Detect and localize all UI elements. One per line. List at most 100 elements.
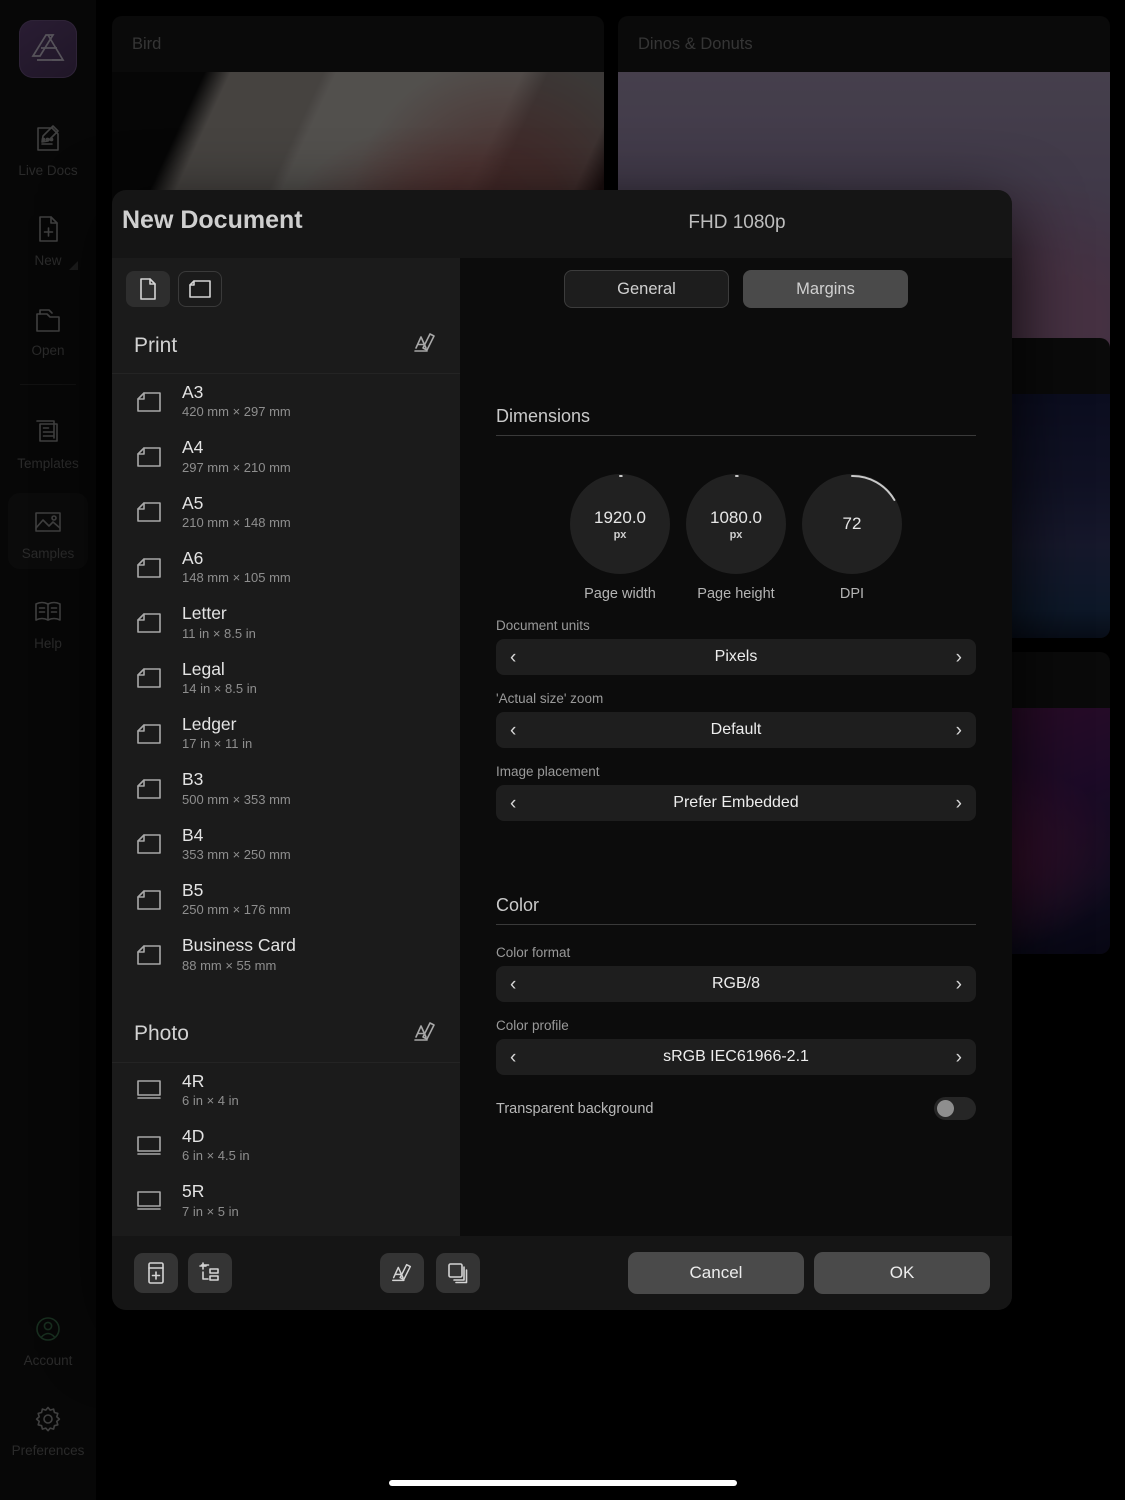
- stepper-value: Prefer Embedded: [673, 794, 799, 811]
- preset-group-title: Photo: [134, 1022, 189, 1046]
- preset-name: 4D: [182, 1126, 205, 1147]
- duplicate-preset-button[interactable]: [436, 1253, 480, 1293]
- rename-pencil-icon[interactable]: [412, 1019, 438, 1050]
- preset-dimensions: 14 in × 8.5 in: [182, 681, 257, 697]
- dial-dpi[interactable]: 72 DPI: [802, 474, 902, 602]
- preset-name: Business Card: [182, 935, 296, 956]
- tab-general[interactable]: General: [564, 270, 729, 308]
- preset-dimensions: 88 mm × 55 mm: [182, 957, 277, 973]
- rename-preset-button[interactable]: [380, 1253, 424, 1293]
- preset-dimensions: 353 mm × 250 mm: [182, 847, 291, 863]
- preset-dimensions: 500 mm × 353 mm: [182, 791, 291, 807]
- dial-value: 72: [842, 513, 862, 533]
- page-landscape-icon: [134, 387, 164, 417]
- add-preset-button[interactable]: [134, 1253, 178, 1293]
- portrait-orientation-button[interactable]: [126, 271, 170, 307]
- preset-groups[interactable]: Print A3 420 mm × 297 mm A4 297 mm × 210…: [112, 320, 460, 1236]
- dial-page-width[interactable]: 1920.0 px Page width: [570, 474, 670, 602]
- page-landscape-icon: [134, 885, 164, 915]
- stepper-document-units[interactable]: ‹ Pixels ›: [496, 639, 976, 675]
- transparent-background-toggle[interactable]: [934, 1097, 976, 1120]
- preset-name: A3: [182, 382, 204, 402]
- stepper-color-format[interactable]: ‹ RGB/8 ›: [496, 966, 976, 1002]
- preset-item[interactable]: A5 210 mm × 148 mm: [112, 485, 460, 540]
- chevron-left-icon[interactable]: ‹: [510, 975, 516, 994]
- section-rule: [496, 924, 976, 925]
- ok-button[interactable]: OK: [814, 1252, 990, 1294]
- preset-group-title: Print: [134, 333, 178, 357]
- dial-unit: px: [729, 528, 743, 541]
- preset-name: 5R: [182, 1181, 205, 1202]
- preset-name: A4: [182, 437, 204, 458]
- preset-item[interactable]: Business Card 88 mm × 55 mm: [112, 927, 460, 982]
- preset-item[interactable]: A6 148 mm × 105 mm: [112, 540, 460, 595]
- tab-margins[interactable]: Margins: [743, 270, 908, 308]
- preset-item[interactable]: B4 353 mm × 250 mm: [112, 817, 460, 872]
- preset-item[interactable]: 4R 6 in × 4 in: [112, 1063, 460, 1118]
- chevron-right-icon[interactable]: ›: [956, 975, 962, 994]
- preset-dimensions: 17 in × 11 in: [182, 736, 253, 752]
- home-indicator: [388, 1480, 737, 1486]
- dialog-footer: Cancel OK: [112, 1236, 1012, 1310]
- stepper-value: Default: [710, 721, 762, 738]
- preset-item[interactable]: A4 297 mm × 210 mm: [112, 429, 460, 484]
- page-landscape-icon: [134, 663, 164, 693]
- photo-icon: [134, 1186, 164, 1216]
- field-label-actual-size-zoom: 'Actual size' zoom: [496, 691, 604, 706]
- stepper-value: sRGB IEC61966-2.1: [663, 1048, 809, 1065]
- dial-label: DPI: [839, 586, 865, 602]
- page-landscape-icon: [134, 608, 164, 638]
- section-title-dimensions: Dimensions: [496, 406, 591, 426]
- page-landscape-icon: [134, 442, 164, 472]
- chevron-right-icon[interactable]: ›: [956, 721, 962, 740]
- preset-item[interactable]: Letter 11 in × 8.5 in: [112, 595, 460, 650]
- dial-label: Page width: [584, 586, 656, 602]
- dial-label: Page height: [697, 586, 775, 602]
- chevron-right-icon[interactable]: ›: [956, 1048, 962, 1067]
- stepper-actual-size-zoom[interactable]: ‹ Default ›: [496, 712, 976, 748]
- chevron-left-icon[interactable]: ‹: [510, 794, 516, 813]
- cancel-button[interactable]: Cancel: [628, 1252, 804, 1294]
- preset-item[interactable]: Legal 14 in × 8.5 in: [112, 651, 460, 706]
- preset-item[interactable]: Ledger 17 in × 11 in: [112, 706, 460, 761]
- dial-page-height[interactable]: 1080.0 px Page height: [686, 474, 786, 602]
- chevron-right-icon[interactable]: ›: [956, 648, 962, 667]
- settings-pane: General Margins Dimensions 1920.0 px Pag…: [460, 258, 1012, 1236]
- stepper-value: Pixels: [714, 648, 758, 665]
- settings-scroll: Dimensions 1920.0 px Page width 1080.0 p…: [460, 320, 1012, 1236]
- stepper-image-placement[interactable]: ‹ Prefer Embedded ›: [496, 785, 976, 821]
- preset-name: B5: [182, 880, 204, 901]
- dimension-dials: 1920.0 px Page width 1080.0 px Page heig…: [496, 474, 976, 602]
- preset-item[interactable]: B5 250 mm × 176 mm: [112, 872, 460, 927]
- preset-name: Legal: [182, 658, 225, 679]
- add-category-button[interactable]: [188, 1253, 232, 1293]
- stepper-color-profile[interactable]: ‹ sRGB IEC61966-2.1 ›: [496, 1039, 976, 1075]
- chevron-left-icon[interactable]: ‹: [510, 648, 516, 667]
- preset-dimensions: 250 mm × 176 mm: [182, 902, 291, 918]
- chevron-left-icon[interactable]: ‹: [510, 1048, 516, 1067]
- preset-item[interactable]: 4D 6 in × 4.5 in: [112, 1118, 460, 1173]
- photo-icon: [134, 1075, 164, 1105]
- preset-dimensions: 6 in × 4.5 in: [182, 1148, 250, 1164]
- preset-group-header-photo: Photo: [112, 1009, 460, 1063]
- chevron-left-icon[interactable]: ‹: [510, 721, 516, 740]
- section-title-color: Color: [496, 895, 540, 915]
- preset-item[interactable]: 5R 7 in × 5 in: [112, 1173, 460, 1228]
- preset-name: Ledger: [182, 714, 237, 735]
- preset-name: B3: [182, 769, 204, 790]
- page-landscape-icon: [134, 497, 164, 527]
- field-label-color-format: Color format: [496, 945, 571, 960]
- section-rule: [496, 435, 976, 436]
- preset-item[interactable]: B3 500 mm × 353 mm: [112, 761, 460, 816]
- chevron-right-icon[interactable]: ›: [956, 794, 962, 813]
- preset-dimensions: 210 mm × 148 mm: [182, 515, 291, 531]
- preset-dimensions: 297 mm × 210 mm: [182, 459, 291, 475]
- preset-item[interactable]: A3 420 mm × 297 mm: [112, 374, 460, 429]
- transparent-background-label: Transparent background: [496, 1100, 654, 1117]
- preset-dimensions: 148 mm × 105 mm: [182, 570, 291, 586]
- preset-list-pane: Print A3 420 mm × 297 mm A4 297 mm × 210…: [112, 258, 460, 1236]
- landscape-orientation-button[interactable]: [178, 271, 222, 307]
- page-landscape-icon: [134, 774, 164, 804]
- rename-pencil-icon[interactable]: [412, 330, 438, 361]
- field-label-document-units: Document units: [496, 618, 590, 633]
